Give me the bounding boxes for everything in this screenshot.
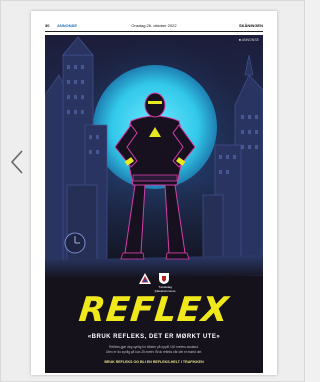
triangle-logo-icon <box>139 273 151 284</box>
paper-name: SKÅNINGEN <box>238 23 263 28</box>
body-text: Refleks gjør deg synlig for bilister på … <box>75 345 233 354</box>
issue-date: Onsdag 26. oktober 2022 <box>131 23 177 28</box>
masthead: 30 ANNONSE Onsdag 26. oktober 2022 SKÅNI… <box>45 23 263 32</box>
body-line: Uten er du synlig på kun 25 meter. Bruk … <box>105 349 203 354</box>
headline: REFLEX <box>77 290 231 330</box>
viewer-frame: 30 ANNONSE Onsdag 26. oktober 2022 SKÅNI… <box>0 0 305 382</box>
chevron-left-icon[interactable] <box>9 149 25 175</box>
advertiser-label: ■ ANNONSE <box>238 38 259 42</box>
newspaper-page: 30 ANNONSE Onsdag 26. oktober 2022 SKÅNI… <box>31 11 277 375</box>
crest-logo-icon <box>159 273 169 284</box>
tagline: «BRUK REFLEKS, DET ER MØRKT UTE» <box>87 334 221 340</box>
reflex-advertisement: ■ ANNONSE Trøndelag fylkeskommune REFLEX… <box>45 35 263 373</box>
footer-line: BRUK REFLEKS OG BLI EN REFLEKS-HELT I TR… <box>104 360 204 364</box>
